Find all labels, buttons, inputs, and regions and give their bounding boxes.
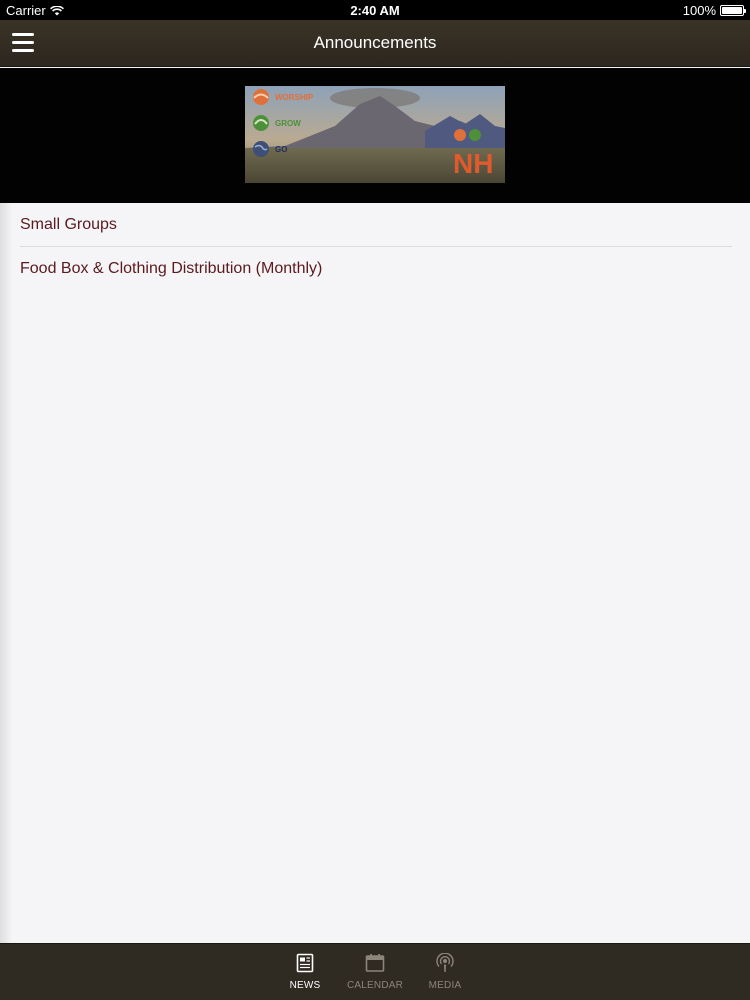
announcements-list: Small Groups Food Box & Clothing Distrib… — [0, 203, 750, 291]
banner-image: WORSHIP GROW GO NH — [245, 86, 505, 183]
go-globe-icon — [253, 141, 269, 157]
banner-area: WORSHIP GROW GO NH — [0, 68, 750, 203]
church-logo-text: NH — [453, 148, 493, 179]
calendar-icon — [365, 954, 385, 972]
tab-calendar[interactable]: CALENDAR — [344, 944, 406, 1000]
tab-news[interactable]: NEWS — [280, 944, 330, 1000]
banner-label-worship: WORSHIP — [275, 93, 314, 102]
tab-bar: NEWS CALENDAR MEDIA — [0, 943, 750, 1000]
tab-media[interactable]: MEDIA — [420, 944, 470, 1000]
page-title: Announcements — [313, 33, 437, 52]
grow-logo-icon — [253, 115, 269, 131]
battery-info: 100% — [682, 3, 746, 18]
tab-label: MEDIA — [428, 980, 462, 991]
list-item-label: Food Box & Clothing Distribution (Monthl… — [20, 260, 323, 277]
status-time: 2:40 AM — [350, 3, 400, 18]
battery-percent: 100% — [682, 3, 716, 18]
worship-logo-icon — [253, 89, 269, 105]
list-item-small-groups[interactable]: Small Groups — [20, 203, 732, 247]
tab-label: NEWS — [289, 980, 321, 991]
battery-icon — [720, 5, 746, 16]
banner-label-grow: GROW — [275, 119, 301, 128]
status-bar: Carrier 2:40 AM 100% — [0, 0, 750, 20]
banner-label-go: GO — [275, 145, 287, 154]
tab-label: CALENDAR — [346, 980, 404, 991]
edge-shadow — [0, 203, 12, 943]
navigation-bar: Announcements — [0, 20, 750, 67]
news-icon — [296, 953, 314, 973]
list-item-food-box-clothing[interactable]: Food Box & Clothing Distribution (Monthl… — [20, 247, 732, 291]
media-podcast-icon — [436, 953, 454, 972]
list-item-label: Small Groups — [20, 215, 117, 233]
